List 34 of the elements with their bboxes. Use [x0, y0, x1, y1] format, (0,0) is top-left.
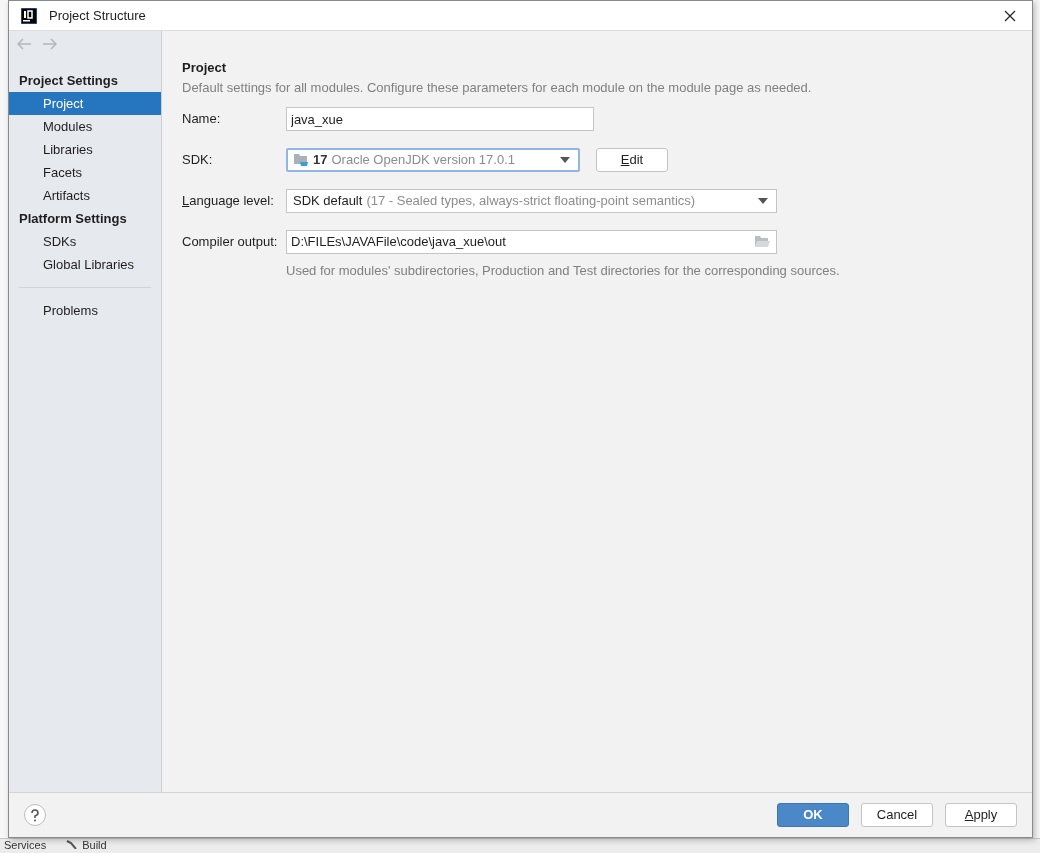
sidebar-item[interactable]: Facets: [9, 161, 161, 184]
sdk-dropdown[interactable]: 17 Oracle OpenJDK version 17.0.1: [286, 148, 580, 172]
app-logo-icon: [21, 7, 37, 24]
name-field[interactable]: java_xue: [286, 107, 594, 131]
field-label: Compiler output:: [182, 233, 279, 252]
sidebar-item[interactable]: Global Libraries: [9, 253, 161, 276]
section-heading: Project Settings: [18, 72, 119, 90]
dialog-button[interactable]: Cancel: [861, 803, 933, 827]
sidebar-item[interactable]: Modules: [9, 115, 161, 138]
tool-window-tab[interactable]: Build: [82, 839, 107, 852]
field-label: SDK:: [182, 151, 214, 170]
help-icon: [30, 808, 40, 822]
field-label: Name:: [182, 110, 222, 129]
sidebar-item[interactable]: Libraries: [9, 138, 161, 161]
caret-icon: [758, 198, 768, 204]
sidebar-item[interactable]: Project: [9, 92, 161, 115]
edit-button[interactable]: Edit: [596, 148, 668, 172]
window-title: Project Structure: [49, 6, 146, 25]
panel-description: Default settings for all modules. Configure these parameters for each module on the module page as needed.: [182, 79, 813, 97]
sidebar-item[interactable]: Artifacts: [9, 184, 161, 207]
dialog-button[interactable]: Apply: [945, 803, 1017, 827]
ok-button[interactable]: OK: [777, 803, 849, 827]
field-hint: Used for modules' subdirectories, Production and Test directories for the corresponding sources.: [286, 262, 841, 280]
field-label: Language level:: [182, 192, 275, 211]
help-button[interactable]: [24, 804, 46, 826]
sidebar-item[interactable]: SDKs: [9, 230, 161, 253]
language-level-dropdown[interactable]: SDK default (17 - Sealed types, always-strict floating-point semantics): [286, 189, 777, 213]
compiler-output-field[interactable]: D:\FILEs\JAVAFile\code\java_xue\out: [286, 230, 777, 254]
panel-title: Project: [182, 59, 228, 77]
sdk-folder-icon: [294, 153, 309, 167]
caret-icon: [560, 157, 570, 163]
tool-window-tab[interactable]: Services: [4, 839, 47, 852]
section-heading: Platform Settings: [18, 210, 128, 228]
sidebar-item[interactable]: Problems: [9, 299, 161, 322]
